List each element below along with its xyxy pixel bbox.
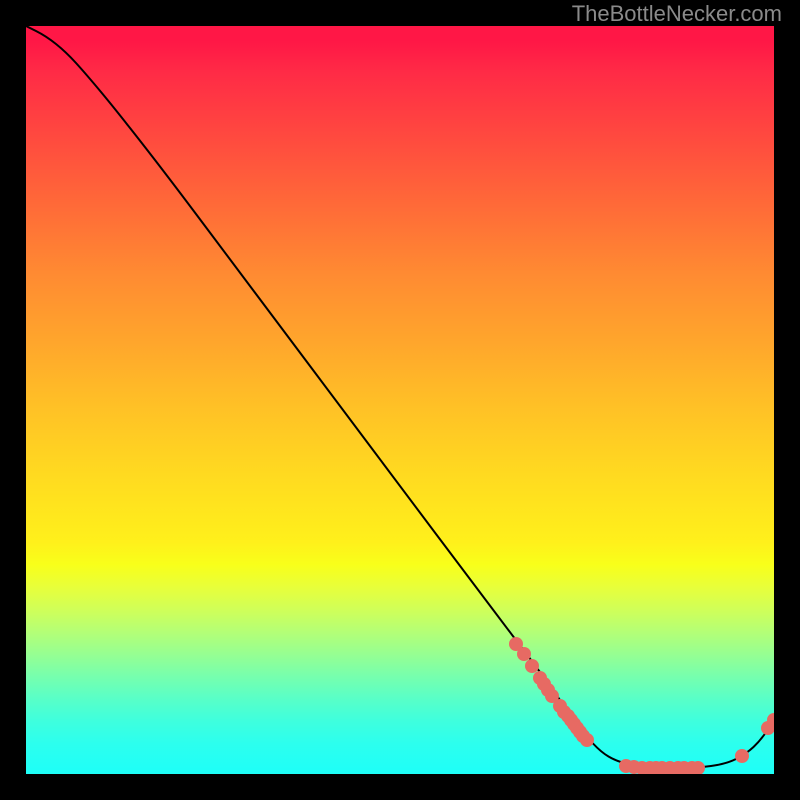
watermark-text: TheBottleNecker.com [572,1,782,27]
data-marker [735,749,749,763]
chart-svg [26,26,774,774]
data-marker [580,733,594,747]
data-marker [517,647,531,661]
data-markers [509,637,774,774]
plot-area [26,26,774,774]
data-marker [525,659,539,673]
bottleneck-curve [26,26,774,768]
